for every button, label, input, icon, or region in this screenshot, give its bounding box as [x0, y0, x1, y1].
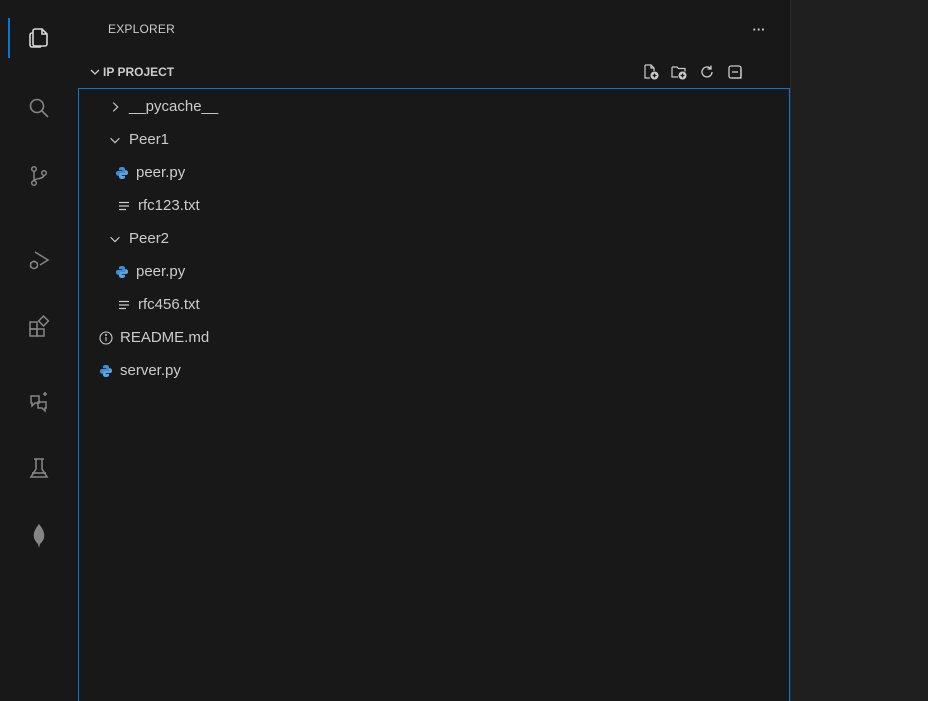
tree-item-label: rfc456.txt — [138, 296, 200, 313]
text-file-icon — [117, 298, 131, 312]
chevron-down-icon — [107, 132, 123, 148]
tree-item-label: peer.py — [136, 263, 186, 280]
file-tree: __pycache__ Peer1 peer.py rfc123.txt Pee… — [78, 88, 790, 701]
tree-item-file[interactable]: rfc123.txt — [79, 189, 827, 222]
tree-item-label: rfc123.txt — [138, 197, 200, 214]
info-icon — [99, 330, 113, 345]
tree-item-file[interactable]: server.py — [79, 354, 809, 387]
chevron-down-icon — [87, 64, 103, 80]
tree-item-folder[interactable]: Peer2 — [79, 222, 817, 255]
tree-item-label: peer.py — [136, 164, 186, 181]
chevron-down-icon — [107, 231, 123, 247]
section-header-ip-project[interactable]: IP PROJECT — [78, 61, 791, 83]
explorer-header: EXPLORER ··· — [78, 12, 791, 44]
collapse-all-icon[interactable] — [724, 61, 746, 83]
python-file-icon — [99, 364, 113, 378]
chat-icon[interactable] — [0, 378, 78, 426]
tree-item-file[interactable]: peer.py — [79, 255, 825, 288]
source-control-icon[interactable] — [0, 152, 78, 200]
tree-item-file[interactable]: peer.py — [79, 156, 825, 189]
search-icon[interactable] — [0, 84, 78, 132]
new-folder-icon[interactable] — [668, 61, 690, 83]
python-file-icon — [115, 166, 129, 180]
tree-item-folder[interactable]: Peer1 — [79, 123, 817, 156]
section-title: IP PROJECT — [103, 65, 175, 79]
explorer-title: EXPLORER — [108, 22, 175, 36]
refresh-icon[interactable] — [696, 61, 718, 83]
tree-item-label: server.py — [120, 362, 181, 379]
mongodb-leaf-icon[interactable] — [0, 512, 78, 560]
testing-icon[interactable] — [0, 444, 78, 492]
tree-item-folder[interactable]: __pycache__ — [79, 90, 817, 123]
tree-item-label: README.md — [120, 329, 210, 346]
chevron-right-icon — [107, 99, 123, 115]
explorer-sidebar: EXPLORER ··· IP PROJECT __pycache__ Peer… — [78, 0, 791, 701]
activity-bar — [0, 0, 78, 701]
extensions-icon[interactable] — [0, 303, 78, 351]
section-actions — [640, 61, 746, 83]
tree-item-file[interactable]: rfc456.txt — [79, 288, 827, 321]
tree-item-label: __pycache__ — [129, 98, 219, 115]
tree-item-label: Peer1 — [129, 131, 170, 148]
text-file-icon — [117, 199, 131, 213]
tree-item-file[interactable]: README.md — [79, 321, 809, 354]
more-actions-icon[interactable]: ··· — [748, 18, 770, 40]
run-debug-icon[interactable] — [0, 236, 78, 284]
tree-item-label: Peer2 — [129, 230, 170, 247]
python-file-icon — [115, 265, 129, 279]
editor-area — [791, 0, 928, 701]
new-file-icon[interactable] — [640, 61, 662, 83]
explorer-icon[interactable] — [0, 14, 78, 62]
